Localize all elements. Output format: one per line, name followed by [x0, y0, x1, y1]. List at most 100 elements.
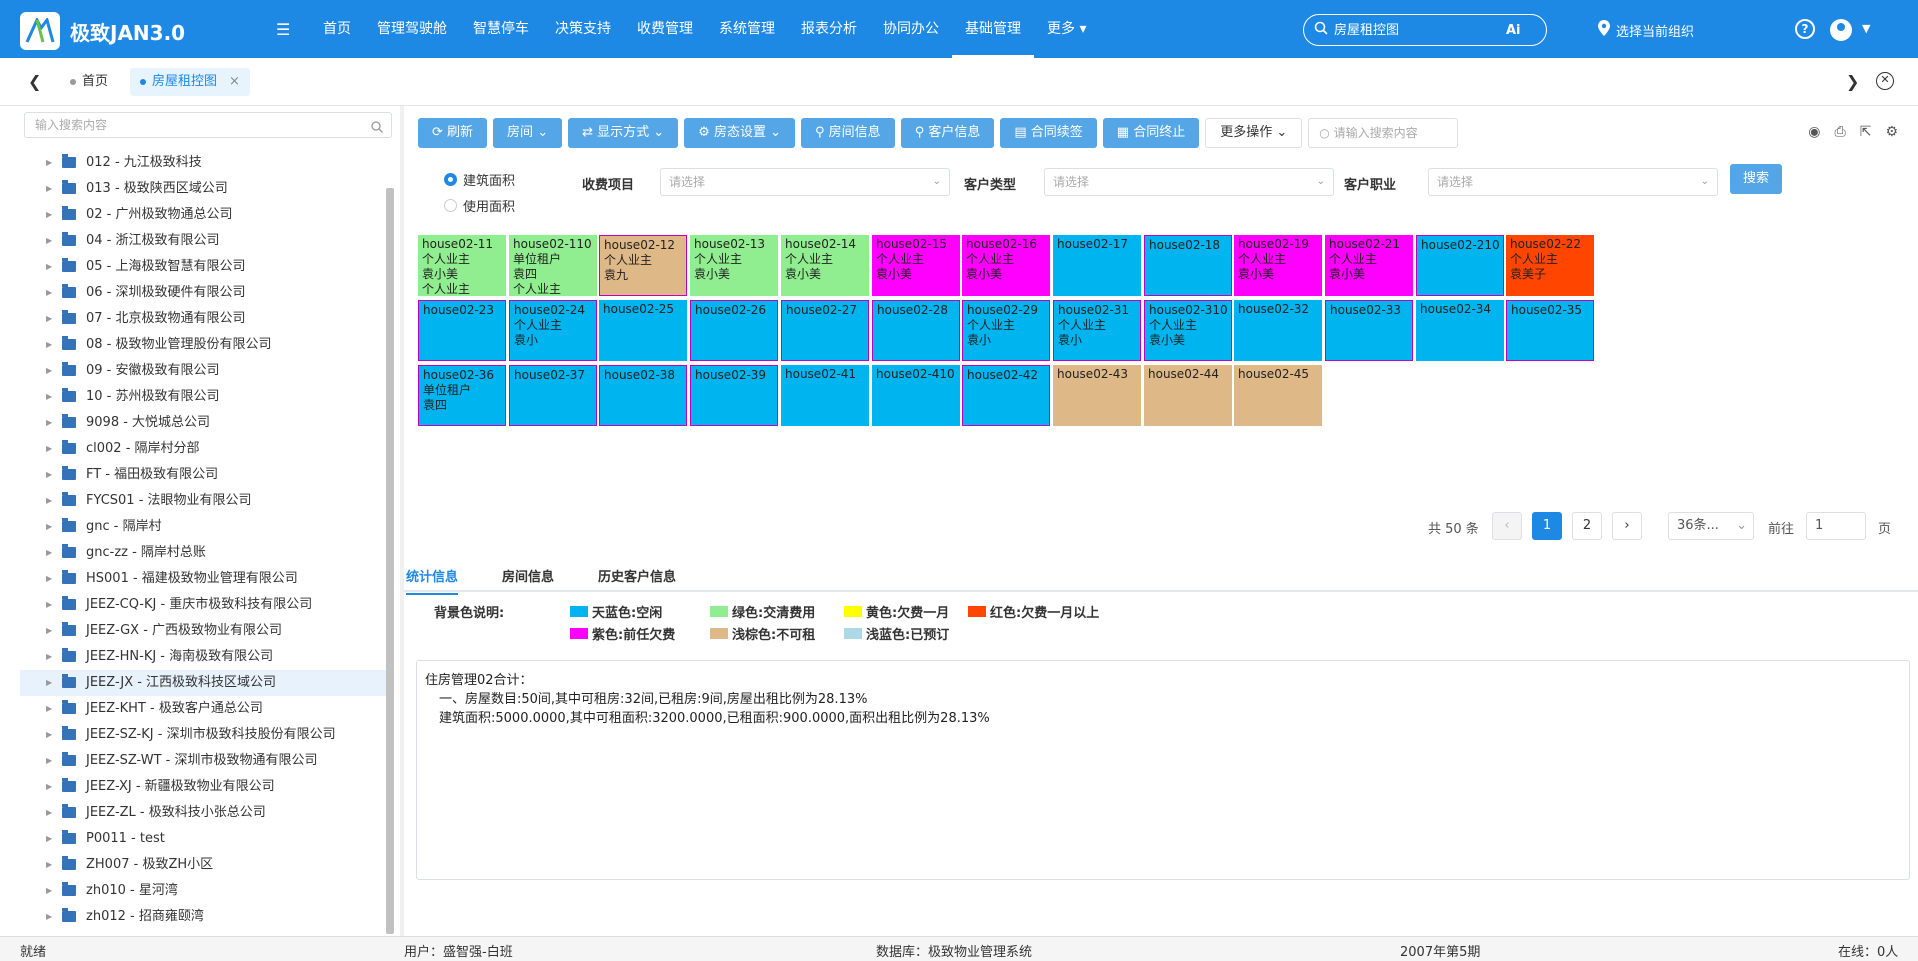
nav-item[interactable]: 决策支持 — [542, 0, 624, 58]
tree-item[interactable]: ▶ ZH007 - 极致ZH小区 — [20, 852, 390, 878]
nav-item[interactable]: 更多 ▾ — [1034, 0, 1099, 58]
top-search-box[interactable]: Ai — [1303, 14, 1547, 46]
customer-type-select[interactable]: 请选择 ⌄ — [1044, 168, 1334, 196]
room-cell[interactable]: house02-26 — [690, 300, 778, 361]
nav-item[interactable]: 管理驾驶舱 — [364, 0, 460, 58]
tree-item[interactable]: ▶ FT - 福田极致有限公司 — [20, 462, 390, 488]
tree-item[interactable]: ▶ 08 - 极致物业管理股份有限公司 — [20, 332, 390, 358]
nav-item[interactable]: 收费管理 — [624, 0, 706, 58]
caret-right-icon[interactable]: ▶ — [46, 696, 52, 722]
export-icon[interactable]: ⇱ — [1860, 124, 1872, 140]
help-icon[interactable]: ? — [1795, 19, 1815, 39]
search-button[interactable]: 搜索 — [1730, 164, 1782, 194]
tree-item[interactable]: ▶ JEEZ-ZL - 极致科技小张总公司 — [20, 800, 390, 826]
room-cell[interactable]: house02-16 个人业主 袁小美 — [962, 235, 1050, 296]
room-cell[interactable]: house02-35 — [1506, 300, 1594, 361]
display-mode-button[interactable]: ⇄ 显示方式 ⌄ — [568, 118, 679, 148]
tree-item[interactable]: ▶ JEEZ-XJ - 新疆极致物业有限公司 — [20, 774, 390, 800]
caret-right-icon[interactable]: ▶ — [46, 670, 52, 696]
customer-info-button[interactable]: ⚲ 客户信息 — [900, 118, 995, 148]
tab-statistics[interactable]: 统计信息 — [406, 566, 459, 595]
caret-right-icon[interactable]: ▶ — [46, 618, 52, 644]
tree-item[interactable]: ▶ HS001 - 福建极致物业管理有限公司 — [20, 566, 390, 592]
caret-right-icon[interactable]: ▶ — [46, 644, 52, 670]
settings-icon[interactable]: ⚙ — [1885, 124, 1898, 140]
tree-item[interactable]: ▶ zh012 - 招商雍颐湾 — [20, 904, 390, 930]
room-cell[interactable]: house02-28 — [872, 300, 960, 361]
room-cell[interactable]: house02-32 — [1234, 300, 1322, 361]
room-cell[interactable]: house02-310 个人业主 袁小美 — [1144, 300, 1232, 361]
caret-right-icon[interactable]: ▶ — [46, 436, 52, 462]
menu-toggle-icon[interactable]: ☰ — [276, 20, 290, 39]
tree-item[interactable]: ▶ 10 - 苏州极致有限公司 — [20, 384, 390, 410]
room-cell[interactable]: house02-25 — [599, 300, 687, 361]
chevron-right-icon[interactable]: ❯ — [1846, 72, 1859, 91]
close-all-icon[interactable]: ✕ — [1876, 72, 1894, 90]
room-cell[interactable]: house02-110 单位租户 袁四 个人业主 — [509, 235, 597, 296]
room-cell[interactable]: house02-17 — [1053, 235, 1141, 296]
caret-right-icon[interactable]: ▶ — [46, 176, 52, 202]
tree-item[interactable]: ▶ JEEZ-CQ-KJ - 重庆市极致科技有限公司 — [20, 592, 390, 618]
page-button-2[interactable]: 2 — [1572, 512, 1602, 540]
room-cell[interactable]: house02-19 个人业主 袁小美 — [1234, 235, 1322, 296]
page-size-select[interactable]: 36条... ⌄ — [1668, 512, 1754, 540]
customer-job-select[interactable]: 请选择 ⌄ — [1428, 168, 1718, 196]
ai-icon[interactable]: Ai — [1506, 23, 1521, 38]
room-cell[interactable]: house02-21 个人业主 袁小美 — [1325, 235, 1413, 296]
caret-right-icon[interactable]: ▶ — [46, 722, 52, 748]
caret-right-icon[interactable]: ▶ — [46, 280, 52, 306]
radio-build-area[interactable]: 建筑面积 — [444, 170, 515, 189]
tree-item[interactable]: ▶ 07 - 北京极致物通有限公司 — [20, 306, 390, 332]
eye-icon[interactable]: ◉ — [1808, 124, 1820, 140]
caret-right-icon[interactable]: ▶ — [46, 488, 52, 514]
caret-right-icon[interactable]: ▶ — [46, 202, 52, 228]
tab-current[interactable]: 房屋租控图 × — [130, 68, 250, 96]
caret-right-icon[interactable]: ▶ — [46, 254, 52, 280]
nav-item[interactable]: 报表分析 — [788, 0, 870, 58]
tree-item[interactable]: ▶ 06 - 深圳极致硬件有限公司 — [20, 280, 390, 306]
tree-item[interactable]: ▶ JEEZ-JX - 江西极致科技区域公司 — [20, 670, 390, 696]
room-cell[interactable]: house02-38 — [599, 365, 687, 426]
top-search-input[interactable] — [1334, 22, 1504, 38]
tree-item[interactable]: ▶ cl002 - 隔岸村分部 — [20, 436, 390, 462]
nav-item[interactable]: 智慧停车 — [460, 0, 542, 58]
caret-right-icon[interactable]: ▶ — [46, 358, 52, 384]
tab-home[interactable]: 首页 — [60, 68, 118, 96]
chevron-down-icon[interactable]: ▼ — [1862, 22, 1870, 35]
room-cell[interactable]: house02-29 个人业主 袁小 — [962, 300, 1050, 361]
room-cell[interactable]: house02-42 — [962, 365, 1050, 426]
caret-right-icon[interactable]: ▶ — [46, 228, 52, 254]
tree-item[interactable]: ▶ zh010 - 星河湾 — [20, 878, 390, 904]
nav-item[interactable]: 基础管理 — [952, 0, 1034, 58]
tab-room-info[interactable]: 房间信息 — [502, 566, 554, 593]
page-button-1[interactable]: 1 — [1532, 512, 1562, 540]
room-cell[interactable]: house02-410 — [872, 365, 960, 426]
tree-item[interactable]: ▶ gnc-zz - 隔岸村总账 — [20, 540, 390, 566]
room-cell[interactable]: house02-12 个人业主 袁九 — [599, 235, 687, 296]
room-cell[interactable]: house02-39 — [690, 365, 778, 426]
caret-right-icon[interactable]: ▶ — [46, 774, 52, 800]
room-dropdown-button[interactable]: 房间 ⌄ — [493, 118, 563, 148]
room-cell[interactable]: house02-33 — [1325, 300, 1413, 361]
tree-item[interactable]: ▶ 02 - 广州极致物通总公司 — [20, 202, 390, 228]
room-cell[interactable]: house02-37 — [509, 365, 597, 426]
tree-item[interactable]: ▶ JEEZ-KHT - 极致客户通总公司 — [20, 696, 390, 722]
pager-goto-input[interactable]: 1 — [1806, 512, 1866, 540]
caret-right-icon[interactable]: ▶ — [46, 592, 52, 618]
room-cell[interactable]: house02-14 个人业主 袁小美 — [781, 235, 869, 296]
room-info-button[interactable]: ⚲ 房间信息 — [801, 118, 895, 148]
sidebar-scrollbar[interactable] — [386, 188, 394, 934]
room-cell[interactable]: house02-45 — [1234, 365, 1322, 426]
room-status-button[interactable]: ⚙ 房态设置 ⌄ — [684, 118, 796, 148]
chevron-right-icon[interactable]: › — [1612, 512, 1642, 540]
caret-right-icon[interactable]: ▶ — [46, 384, 52, 410]
caret-right-icon[interactable]: ▶ — [46, 410, 52, 436]
tree-item[interactable]: ▶ JEEZ-GX - 广西极致物业有限公司 — [20, 618, 390, 644]
tree-item[interactable]: ▶ 09 - 安徽极致有限公司 — [20, 358, 390, 384]
room-cell[interactable]: house02-43 — [1053, 365, 1141, 426]
room-cell[interactable]: house02-210 — [1416, 235, 1504, 296]
room-cell[interactable]: house02-41 — [781, 365, 869, 426]
caret-right-icon[interactable]: ▶ — [46, 462, 52, 488]
room-cell[interactable]: house02-13 个人业主 袁小美 — [690, 235, 778, 296]
tree-item[interactable]: ▶ 013 - 极致陕西区域公司 — [20, 176, 390, 202]
